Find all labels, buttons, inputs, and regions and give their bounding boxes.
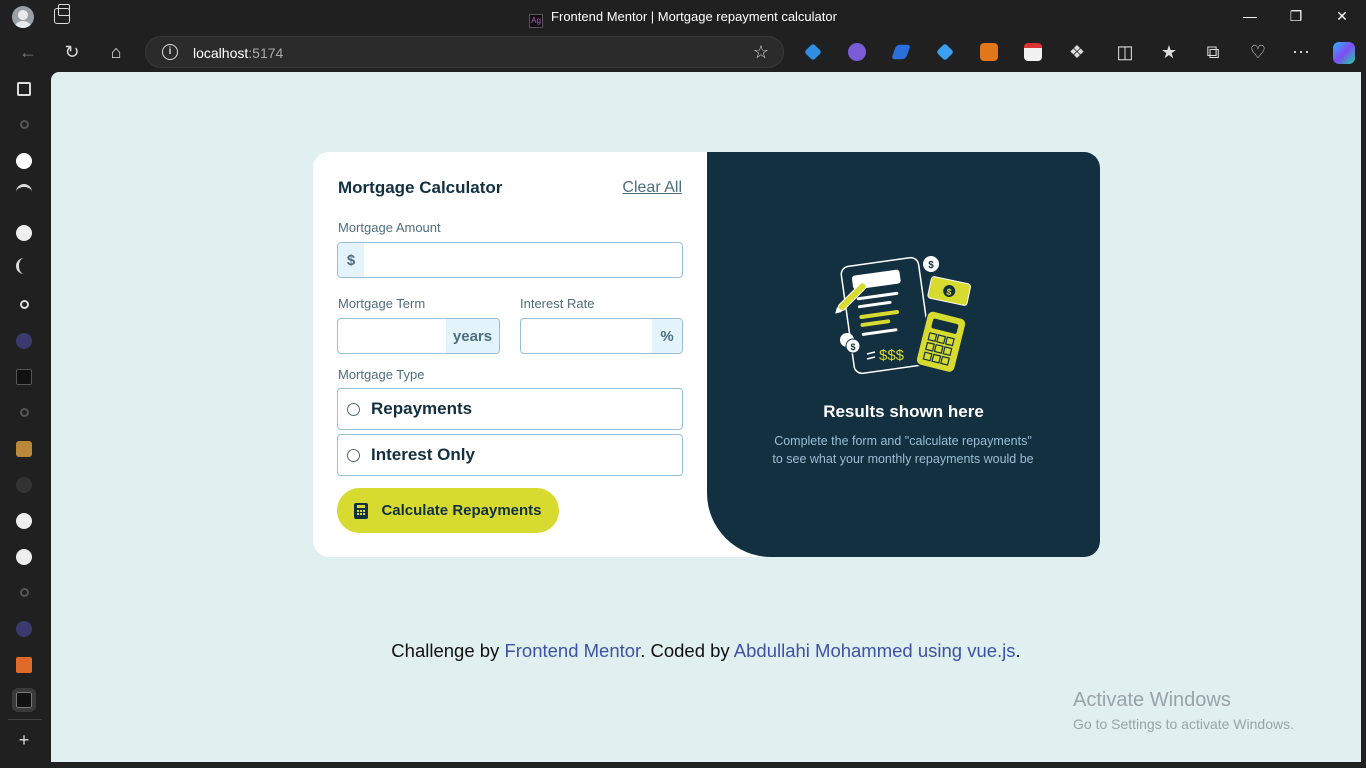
amount-label: Mortgage Amount <box>338 220 441 235</box>
calculator-card: Mortgage Calculator Clear All Mortgage A… <box>313 152 1100 557</box>
rate-label: Interest Rate <box>520 296 595 311</box>
copilot-icon[interactable] <box>1333 42 1355 64</box>
sidebar-app-arc-icon[interactable] <box>16 184 32 200</box>
radio-label: Interest Only <box>371 445 475 464</box>
type-option-repayments[interactable]: Repayments <box>337 388 683 430</box>
sidebar-app-ag-icon[interactable] <box>16 369 32 385</box>
sidebar-app-triangle-icon[interactable] <box>16 153 32 169</box>
svg-text:$: $ <box>850 342 855 352</box>
sidebar-search-icon-2[interactable] <box>20 300 29 309</box>
footer-suffix: . <box>1015 640 1021 661</box>
browser-essentials-icon[interactable]: ♡ <box>1248 42 1268 62</box>
back-icon[interactable]: ← <box>18 42 38 62</box>
window-title-bar: Ag Frontend Mentor | Mortgage repayment c… <box>0 0 1366 32</box>
extension-gear-icon[interactable] <box>848 43 866 61</box>
extensions-puzzle-icon[interactable]: ❖ <box>1067 42 1087 62</box>
form-title: Mortgage Calculator <box>338 178 503 197</box>
type-label: Mortgage Type <box>338 367 425 382</box>
footer-middle: . Coded by <box>640 640 734 661</box>
amount-field: $ <box>337 242 683 278</box>
attribution-footer: Challenge by Frontend Mentor. Coded by A… <box>51 640 1361 662</box>
active-tab[interactable]: Ag Frontend Mentor | Mortgage repayment c… <box>0 9 1366 28</box>
extension-pen-icon[interactable] <box>891 44 911 60</box>
minimize-icon[interactable]: — <box>1228 4 1272 28</box>
radio-button[interactable] <box>347 448 360 462</box>
favorites-icon[interactable]: ★ <box>1159 42 1179 62</box>
favorite-star-icon[interactable]: ☆ <box>753 42 769 63</box>
rate-field: % <box>520 318 683 354</box>
stackoverflow-icon[interactable] <box>16 657 32 673</box>
years-suffix: years <box>446 319 499 353</box>
mortgage-form: Mortgage Calculator Clear All Mortgage A… <box>313 152 707 557</box>
svg-text:$$$: $$$ <box>879 347 905 364</box>
term-input[interactable] <box>338 319 446 353</box>
tab-title: Frontend Mentor | Mortgage repayment cal… <box>551 9 837 24</box>
clear-all-button[interactable]: Clear All <box>622 179 682 197</box>
page-viewport: Mortgage Calculator Clear All Mortgage A… <box>51 72 1361 762</box>
sidebar-app-swirl-icon[interactable] <box>16 258 32 274</box>
tab-favicon-icon: Ag <box>529 14 544 28</box>
sidebar-divider <box>8 719 42 720</box>
sidebar-app-d-icon[interactable] <box>16 441 32 457</box>
radio-label: Repayments <box>371 399 473 418</box>
sidebar-app-vite-icon-2[interactable] <box>16 621 32 637</box>
github-icon[interactable] <box>16 225 32 241</box>
calculate-repayments-button[interactable]: Calculate Repayments <box>337 488 559 533</box>
github-icon-3[interactable] <box>16 549 32 565</box>
type-option-interest-only[interactable]: Interest Only <box>337 434 683 476</box>
calculator-icon <box>354 502 369 519</box>
add-sidebar-app-icon[interactable]: + <box>14 730 34 750</box>
author-link[interactable]: Abdullahi Mohammed using vue.js <box>734 640 1016 661</box>
extension-gem-icon[interactable] <box>936 43 954 61</box>
sidebar-app-vite-icon[interactable] <box>16 333 32 349</box>
url-text[interactable]: localhost:5174 <box>193 45 283 61</box>
metamask-fox-icon[interactable] <box>980 43 998 61</box>
split-screen-icon[interactable]: ◫ <box>1115 42 1135 62</box>
frontend-mentor-link[interactable]: Frontend Mentor <box>504 640 640 661</box>
browser-toolbar: ← ↻ ⌂ i localhost:5174 ☆ ❖ ◫ ★ ⧉ ♡ ⋯ <box>0 32 1366 72</box>
calculate-label: Calculate Repayments <box>381 502 542 519</box>
results-desc-line-2: to see what your monthly repayments woul… <box>772 452 1034 466</box>
term-field: years <box>337 318 500 354</box>
tab-actions-icon[interactable] <box>17 82 31 96</box>
url-host: localhost <box>193 45 249 61</box>
sidebar-app-ag-active-icon[interactable] <box>12 688 36 712</box>
home-icon[interactable]: ⌂ <box>106 42 126 62</box>
sidebar-app-dim-icon[interactable] <box>16 477 32 493</box>
sidebar-search-icon[interactable] <box>20 120 29 129</box>
url-port: :5174 <box>248 45 284 61</box>
extension-diamond-icon[interactable] <box>804 43 822 61</box>
percent-suffix: % <box>652 319 682 353</box>
term-label: Mortgage Term <box>338 296 426 311</box>
activate-windows-watermark: Activate Windows Go to Settings to activ… <box>1073 689 1294 732</box>
radio-button[interactable] <box>347 402 360 416</box>
restore-icon[interactable]: ❐ <box>1274 4 1318 28</box>
site-info-icon[interactable]: i <box>162 44 178 60</box>
currency-prefix: $ <box>338 243 364 277</box>
results-desc-line-1: Complete the form and "calculate repayme… <box>774 434 1032 448</box>
watermark-subtitle: Go to Settings to activate Windows. <box>1073 716 1294 732</box>
svg-text:$: $ <box>928 260 934 271</box>
rate-input[interactable] <box>521 319 652 353</box>
footer-prefix: Challenge by <box>391 640 505 661</box>
address-bar[interactable]: i localhost:5174 ☆ <box>145 36 784 68</box>
extension-calendar-icon[interactable] <box>1024 43 1042 61</box>
sidebar-search-icon-3[interactable] <box>20 408 29 417</box>
watermark-title: Activate Windows <box>1073 689 1231 711</box>
results-panel: $ $ $ $$$ Results shown here Complete th… <box>707 152 1100 557</box>
browser-sidebar: + <box>0 72 51 768</box>
empty-results-illustration: $ $ $ $$$ <box>835 256 971 375</box>
github-icon-2[interactable] <box>16 513 32 529</box>
results-description: Complete the form and "calculate repayme… <box>763 432 1043 468</box>
amount-input[interactable] <box>364 243 682 277</box>
more-menu-icon[interactable]: ⋯ <box>1291 42 1311 62</box>
refresh-icon[interactable]: ↻ <box>62 42 82 62</box>
collections-icon[interactable]: ⧉ <box>1203 42 1223 62</box>
results-title: Results shown here <box>823 402 984 421</box>
sidebar-search-icon-4[interactable] <box>20 588 29 597</box>
close-window-icon[interactable]: ✕ <box>1320 4 1364 28</box>
